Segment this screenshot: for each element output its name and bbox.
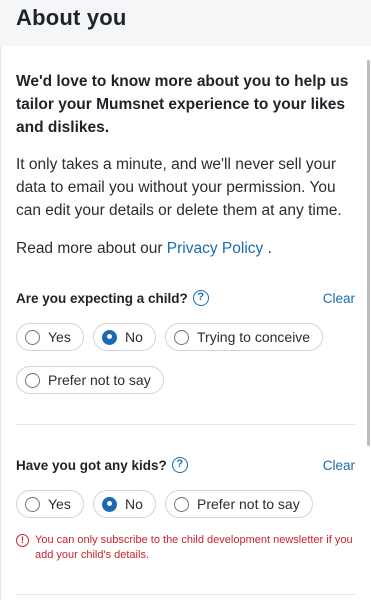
- option-kids-prefer-not[interactable]: Prefer not to say: [165, 490, 313, 518]
- privacy-sentence: Read more about our Privacy Policy .: [16, 237, 361, 260]
- option-label: Prefer not to say: [197, 496, 300, 512]
- clear-kids-link[interactable]: Clear: [323, 458, 355, 473]
- option-expecting-trying[interactable]: Trying to conceive: [165, 323, 324, 351]
- radio-selected-icon: [102, 496, 117, 512]
- divider: [16, 594, 355, 595]
- privacy-prefix: Read more about our: [16, 240, 167, 257]
- page-title: About you: [16, 5, 127, 30]
- intro-text: It only takes a minute, and we'll never …: [16, 156, 342, 219]
- question-kids-text: Have you got any kids?: [16, 457, 167, 473]
- alert-icon: !: [16, 534, 29, 547]
- radio-icon: [25, 329, 40, 345]
- option-expecting-prefer-not[interactable]: Prefer not to say: [16, 366, 164, 394]
- privacy-suffix: .: [263, 240, 272, 257]
- privacy-policy-link[interactable]: Privacy Policy: [167, 240, 263, 257]
- radio-selected-icon: [102, 329, 117, 345]
- option-label: Yes: [48, 496, 71, 512]
- error-text: You can only subscribe to the child deve…: [35, 534, 353, 561]
- help-icon[interactable]: ?: [192, 290, 209, 306]
- radio-icon: [25, 496, 40, 512]
- option-expecting-no[interactable]: No: [93, 323, 156, 351]
- option-kids-yes[interactable]: Yes: [16, 490, 84, 518]
- clear-expecting-link[interactable]: Clear: [323, 291, 355, 306]
- divider: [16, 424, 355, 425]
- option-kids-no[interactable]: No: [93, 490, 156, 518]
- page-header: About you: [0, 0, 371, 46]
- help-icon[interactable]: ?: [171, 457, 188, 473]
- question-kids-label: Have you got any kids? ?: [16, 457, 188, 473]
- radio-icon: [174, 496, 189, 512]
- question-expecting-text: Are you expecting a child?: [16, 290, 188, 306]
- question-expecting-label: Are you expecting a child? ?: [16, 290, 209, 306]
- radio-icon: [174, 329, 189, 345]
- option-expecting-yes[interactable]: Yes: [16, 323, 84, 351]
- option-label: Yes: [48, 329, 71, 345]
- radio-icon: [25, 372, 40, 388]
- option-label: Trying to conceive: [197, 329, 311, 345]
- option-label: No: [125, 329, 143, 345]
- intro-bold-text: We'd love to know more about you to help…: [16, 73, 349, 136]
- option-label: Prefer not to say: [48, 372, 151, 388]
- option-label: No: [125, 496, 143, 512]
- error-message: ! You can only subscribe to the child de…: [16, 533, 361, 563]
- scrollbar[interactable]: [367, 60, 370, 446]
